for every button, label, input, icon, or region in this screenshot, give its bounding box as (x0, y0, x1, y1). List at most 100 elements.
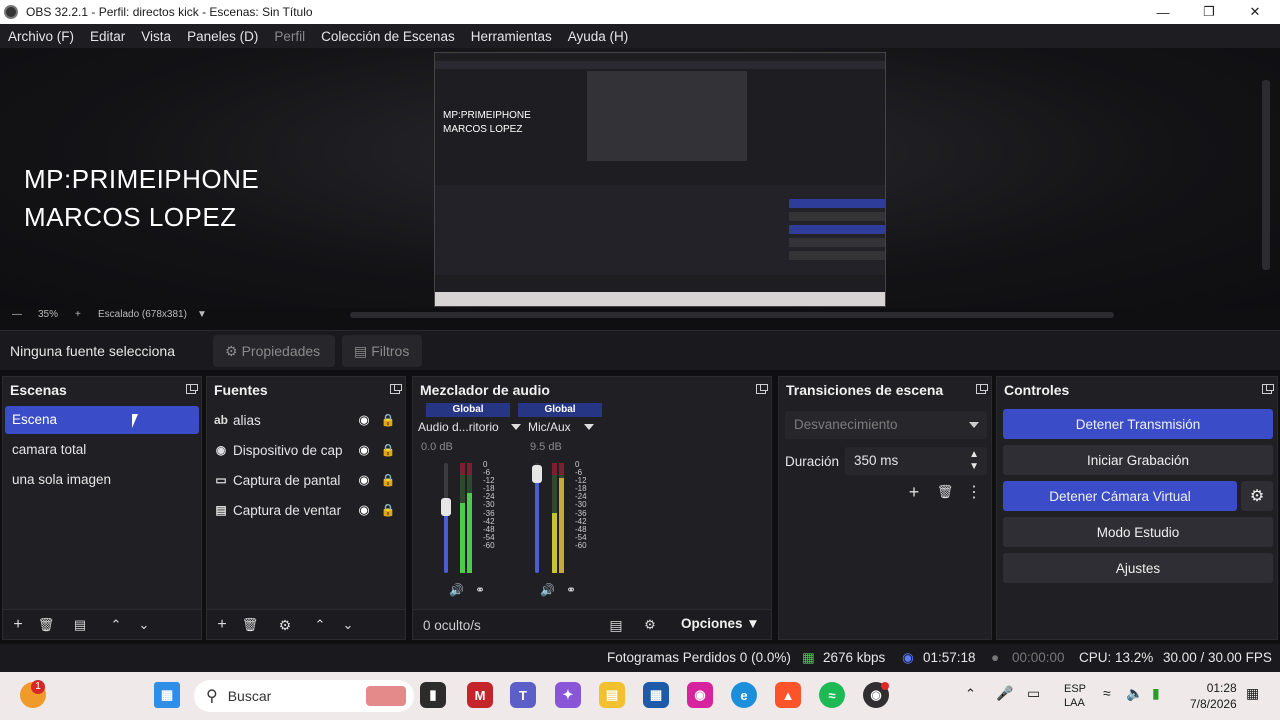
level-meter (552, 463, 557, 573)
properties-button[interactable]: ⚙ Propiedades (213, 335, 335, 367)
mixer-options-button[interactable]: Opciones ▼ (681, 616, 760, 631)
add-transition-button[interactable]: + (903, 481, 925, 503)
task-view-icon[interactable]: ▮ (420, 682, 446, 708)
spin-down-icon[interactable]: ▼ (969, 461, 979, 472)
studio-mode-button[interactable]: Modo Estudio (1003, 517, 1273, 547)
scene-item[interactable]: Escena (5, 406, 199, 434)
layout-toggle-icon[interactable]: ▤ (605, 614, 627, 636)
undock-icon[interactable] (756, 384, 768, 394)
wifi-icon[interactable]: ≈ (1103, 685, 1111, 701)
source-item[interactable]: ◉ Dispositivo de cap ◉ 🔒 (209, 436, 399, 464)
zoom-in-button[interactable]: + (75, 309, 81, 320)
transition-select[interactable]: Desvanecimiento (785, 411, 987, 439)
scene-item[interactable]: camara total (5, 436, 199, 464)
teams-icon[interactable]: T (510, 682, 536, 708)
speaker-icon[interactable]: 🔊 (449, 583, 464, 597)
move-up-button[interactable]: ⌃ (105, 614, 127, 636)
visibility-icon[interactable]: ◉ (351, 412, 377, 428)
advanced-audio-icon[interactable]: ⚙ (639, 614, 661, 636)
transition-more-icon[interactable]: ⋮ (963, 481, 985, 503)
undock-icon[interactable] (186, 384, 198, 394)
file-explorer-icon[interactable]: ▤ (599, 682, 625, 708)
edge-icon[interactable]: e (731, 682, 757, 708)
maximize-button[interactable]: ❐ (1186, 0, 1232, 24)
lock-icon[interactable]: 🔒 (377, 503, 399, 517)
visibility-icon[interactable]: ◉ (351, 472, 377, 488)
scene-item[interactable]: una sola imagen (5, 466, 199, 494)
visibility-icon[interactable]: ◉ (351, 502, 377, 518)
speaker-icon[interactable]: 🔊 (540, 583, 555, 597)
chevron-up-icon[interactable]: ⌃ (965, 686, 976, 702)
store-icon[interactable]: ▦ (643, 682, 669, 708)
brave-icon[interactable]: ▲ (775, 682, 801, 708)
menu-archivo[interactable]: Archivo (F) (0, 29, 82, 44)
add-source-button[interactable]: + (211, 614, 233, 636)
undock-icon[interactable] (390, 384, 402, 394)
display-icon[interactable]: ▭ (1027, 685, 1040, 702)
spin-up-icon[interactable]: ▲ (969, 449, 979, 460)
fader-handle[interactable] (532, 465, 542, 483)
move-down-button[interactable]: ⌄ (133, 614, 155, 636)
menu-herramientas[interactable]: Herramientas (463, 29, 560, 44)
menu-ayuda[interactable]: Ayuda (H) (560, 29, 637, 44)
microphone-icon[interactable]: 🎤 (996, 685, 1013, 702)
settings-button[interactable]: Ajustes (1003, 553, 1273, 583)
copilot-icon[interactable]: ✦ (555, 682, 581, 708)
channel-scope-badge: Global (426, 403, 510, 417)
filters-button[interactable]: ▤ Filtros (342, 335, 422, 367)
duration-input[interactable]: 350 ms ▲ ▼ (845, 447, 987, 475)
language-indicator[interactable]: ESP LAA (1064, 682, 1086, 710)
search-icon: ⚲ (206, 688, 218, 705)
lock-icon[interactable]: 🔒 (377, 443, 399, 457)
remove-transition-button[interactable]: 🗑 (934, 481, 956, 503)
menu-paneles[interactable]: Paneles (D) (179, 29, 266, 44)
clock[interactable]: 01:28 7/8/2026 (1190, 680, 1237, 712)
fader-handle[interactable] (441, 498, 451, 516)
lock-icon[interactable]: 🔒 (377, 413, 399, 427)
source-item[interactable]: ab alias ◉ 🔒 (209, 406, 399, 434)
menu-vista[interactable]: Vista (133, 29, 179, 44)
source-item[interactable]: ▭ Captura de pantal ◉ 🔒 (209, 466, 399, 494)
db-scale-tick: -60 (575, 540, 587, 550)
stop-streaming-button[interactable]: Detener Transmisión (1003, 409, 1273, 439)
windows-start-icon[interactable]: ▦ (154, 682, 180, 708)
volume-icon[interactable]: 🔈 (1126, 685, 1143, 702)
channel-name: Mic/Aux (528, 420, 571, 434)
scene-filters-button[interactable]: ▤ (69, 614, 91, 636)
taskbar-search[interactable]: ⚲ Buscar (194, 680, 414, 712)
zoom-out-button[interactable]: — (12, 309, 22, 320)
scale-dropdown-icon[interactable]: ▼ (197, 309, 207, 320)
move-down-button[interactable]: ⌄ (337, 614, 359, 636)
battery-icon[interactable]: ▮ (1152, 685, 1160, 702)
undock-icon[interactable] (1262, 384, 1274, 394)
visibility-icon[interactable]: ◉ (351, 442, 377, 458)
channel-menu-icon[interactable] (511, 424, 521, 430)
mcafee-icon[interactable]: M (467, 682, 493, 708)
virtual-camera-settings-button[interactable]: ⚙ (1241, 481, 1273, 511)
menu-coleccion-escenas[interactable]: Colección de Escenas (313, 29, 463, 44)
notifications-icon[interactable]: ▦ (1246, 685, 1259, 702)
remove-source-button[interactable]: 🗑 (239, 614, 261, 636)
channel-menu-icon[interactable] (584, 424, 594, 430)
preview-vertical-scrollbar[interactable] (1262, 80, 1270, 270)
add-scene-button[interactable]: + (7, 614, 29, 636)
minimize-button[interactable]: — (1140, 0, 1186, 24)
spotify-icon[interactable]: ≈ (819, 682, 845, 708)
monitor-headphones-icon[interactable]: ⚭ (566, 583, 576, 597)
menu-editar[interactable]: Editar (82, 29, 133, 44)
volume-fader[interactable] (444, 463, 448, 573)
source-item[interactable]: ▤ Captura de ventar ◉ 🔒 (209, 496, 399, 524)
instagram-icon[interactable]: ◉ (687, 682, 713, 708)
channel-volume-db: 0.0 dB (421, 441, 453, 453)
source-settings-button[interactable]: ⚙ (274, 614, 296, 636)
stop-virtual-camera-button[interactable]: Detener Cámara Virtual (1003, 481, 1237, 511)
undock-icon[interactable] (976, 384, 988, 394)
fps: 30.00 / 30.00 FPS (1163, 650, 1272, 665)
start-recording-button[interactable]: Iniciar Grabación (1003, 445, 1273, 475)
remove-scene-button[interactable]: 🗑 (35, 614, 57, 636)
monitor-headphones-icon[interactable]: ⚭ (475, 583, 485, 597)
close-button[interactable]: ✕ (1232, 0, 1278, 24)
menu-perfil[interactable]: Perfil (266, 29, 313, 44)
move-up-button[interactable]: ⌃ (309, 614, 331, 636)
lock-icon[interactable]: 🔒 (377, 473, 399, 487)
